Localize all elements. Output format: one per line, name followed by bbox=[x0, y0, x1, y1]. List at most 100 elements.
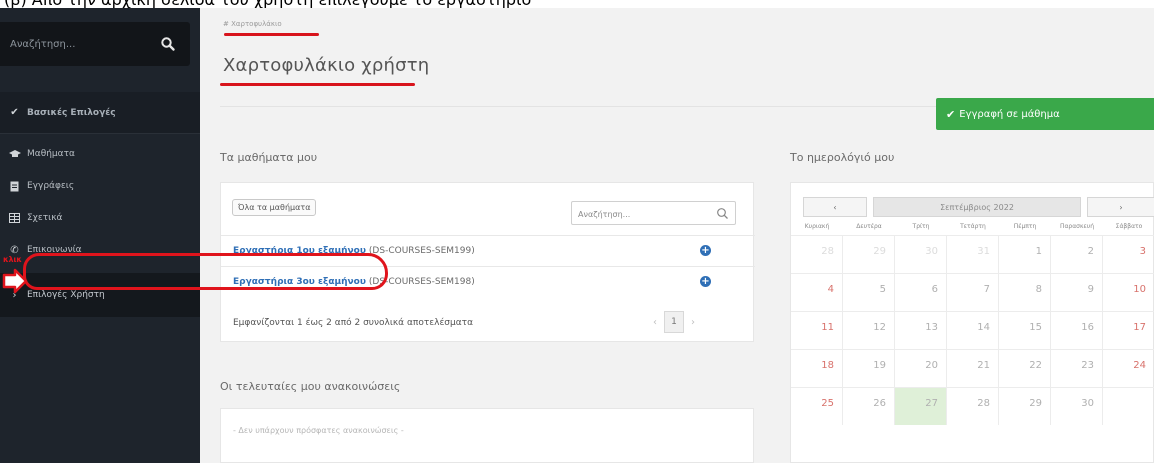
calendar-day bbox=[1103, 388, 1154, 425]
page-title: Χαρτοφυλάκιο χρήστη bbox=[223, 55, 430, 76]
calendar-day[interactable]: 17 bbox=[1103, 312, 1154, 349]
calendar-day[interactable]: 16 bbox=[1051, 312, 1103, 349]
search-icon[interactable] bbox=[160, 36, 176, 52]
top-caption-strip: (β) Από την αρχική σελίδα του χρήστη επι… bbox=[0, 0, 1154, 8]
calendar-next-button[interactable]: › bbox=[1087, 197, 1154, 217]
grid-icon bbox=[8, 212, 21, 224]
course-search-input[interactable] bbox=[578, 206, 708, 222]
pagination-prev[interactable]: ‹ bbox=[649, 311, 661, 333]
calendar-day[interactable]: 21 bbox=[947, 350, 999, 387]
calendar-week: 4 5 6 7 8 9 10 bbox=[791, 273, 1154, 311]
calendar-weekday: Πέμπτη bbox=[1013, 223, 1037, 230]
search-icon[interactable] bbox=[716, 207, 729, 220]
calendar-day[interactable]: 2 bbox=[1051, 236, 1103, 273]
course-code: (DS-COURSES-SEM199) bbox=[368, 245, 475, 256]
all-courses-button[interactable]: Όλα τα μαθήματα bbox=[232, 199, 317, 216]
calendar-day[interactable]: 15 bbox=[999, 312, 1051, 349]
sidebar-item-courses[interactable]: Μαθήματα bbox=[0, 139, 200, 169]
sidebar-item-label: Εγγράφεις bbox=[27, 181, 75, 191]
calendar-day[interactable]: 4 bbox=[791, 274, 843, 311]
calendar-day[interactable]: 7 bbox=[947, 274, 999, 311]
sidebar-item-label: Μαθήματα bbox=[27, 149, 75, 159]
sidebar: ✔ Βασικές Επιλογές Μαθήματα Εγγράφεις Σχ… bbox=[0, 8, 200, 463]
course-name-link[interactable]: Εργαστήρια 1ου εξαμήνου bbox=[233, 246, 366, 256]
calendar-day[interactable]: 29 bbox=[843, 236, 895, 273]
pagination: ‹ 1 › bbox=[649, 311, 699, 333]
calendar-day[interactable]: 28 bbox=[947, 388, 999, 425]
calendar-day[interactable]: 24 bbox=[1103, 350, 1154, 387]
calendar-week: 18 19 20 21 22 23 24 bbox=[791, 349, 1154, 387]
calendar-weekday: Σάββατο bbox=[1115, 223, 1143, 230]
enroll-course-label: Εγγραφή σε μάθημα bbox=[959, 108, 1060, 120]
calendar-week: 25 26 27 28 29 30 bbox=[791, 387, 1154, 425]
top-caption-text: (β) Από την αρχική σελίδα του χρήστη επι… bbox=[4, 0, 531, 8]
calendar-heading: Το ημερολόγιό μου bbox=[790, 151, 895, 164]
calendar-day[interactable]: 14 bbox=[947, 312, 999, 349]
calendar-prev-button[interactable]: ‹ bbox=[803, 197, 867, 217]
calendar-weekday: Παρασκευή bbox=[1059, 223, 1095, 230]
sidebar-item-label: Επιλογές Χρήστη bbox=[27, 290, 105, 300]
pagination-page[interactable]: 1 bbox=[664, 311, 684, 333]
announcements-panel: - Δεν υπάρχουν πρόσφατες ανακοινώσεις - bbox=[220, 408, 754, 463]
course-row[interactable]: Εργαστήρια 1ου εξαμήνου (DS-COURSES-SEM1… bbox=[221, 235, 755, 265]
calendar-day[interactable]: 10 bbox=[1103, 274, 1154, 311]
course-code: (DS-COURSES-SEM198) bbox=[368, 276, 475, 287]
calendar-day[interactable]: 31 bbox=[947, 236, 999, 273]
calendar-day[interactable]: 26 bbox=[843, 388, 895, 425]
course-name-link[interactable]: Εργαστήρια 3ου εξαμήνου bbox=[233, 277, 366, 287]
sidebar-item-user-options[interactable]: › Επιλογές Χρήστη bbox=[0, 273, 200, 317]
calendar-weekday-header: Κυριακή Δευτέρα Τρίτη Τετάρτη Πέμπτη Παρασκευ… bbox=[791, 219, 1154, 235]
sidebar-item-basic-options[interactable]: ✔ Βασικές Επιλογές bbox=[0, 92, 200, 134]
calendar-day[interactable]: 13 bbox=[895, 312, 947, 349]
document-icon bbox=[8, 180, 21, 192]
calendar-weekday: Τρίτη bbox=[912, 223, 930, 230]
calendar-day[interactable]: 29 bbox=[999, 388, 1051, 425]
sidebar-item-contact[interactable]: ✆ Επικοινωνία bbox=[0, 235, 200, 265]
pagination-next[interactable]: › bbox=[687, 311, 699, 333]
graduation-cap-icon bbox=[8, 148, 21, 160]
announcements-heading: Οι τελευταίες μου ανακοινώσεις bbox=[220, 380, 401, 393]
calendar-day[interactable]: 28 bbox=[791, 236, 843, 273]
calendar-day[interactable]: 1 bbox=[999, 236, 1051, 273]
calendar-day[interactable]: 20 bbox=[895, 350, 947, 387]
calendar-day[interactable]: 18 bbox=[791, 350, 843, 387]
calendar-day[interactable]: 6 bbox=[895, 274, 947, 311]
sidebar-search-input[interactable] bbox=[10, 33, 150, 55]
calendar-day[interactable]: 27 bbox=[895, 388, 947, 425]
calendar-weekday: Δευτέρα bbox=[856, 223, 882, 230]
calendar-day[interactable]: 30 bbox=[1051, 388, 1103, 425]
calendar-day[interactable]: 3 bbox=[1103, 236, 1154, 273]
calendar-grid: 28 29 30 31 1 2 3 4 5 6 7 8 9 10 11 12 13 14 15 16 17 18 19 20 2… bbox=[791, 235, 1154, 425]
calendar-month-label: Σεπτέμβριος 2022 bbox=[873, 197, 1081, 217]
calendar-day[interactable]: 25 bbox=[791, 388, 843, 425]
calendar-day[interactable]: 30 bbox=[895, 236, 947, 273]
sidebar-item-documents[interactable]: Εγγράφεις bbox=[0, 171, 200, 201]
calendar-day[interactable]: 5 bbox=[843, 274, 895, 311]
calendar-day[interactable]: 11 bbox=[791, 312, 843, 349]
sidebar-item-about[interactable]: Σχετικά bbox=[0, 203, 200, 233]
calendar-day[interactable]: 12 bbox=[843, 312, 895, 349]
breadcrumb-red-underline bbox=[224, 33, 319, 36]
course-row[interactable]: Εργαστήρια 3ου εξαμήνου (DS-COURSES-SEM1… bbox=[221, 266, 755, 296]
calendar-week: 11 12 13 14 15 16 17 bbox=[791, 311, 1154, 349]
main-content: # Χαρτοφυλάκιο Χαρτοφυλάκιο χρήστη ✔ Εγγ… bbox=[200, 8, 1154, 463]
calendar-day[interactable]: 8 bbox=[999, 274, 1051, 311]
expand-icon[interactable]: + bbox=[700, 276, 711, 287]
calendar-day[interactable]: 23 bbox=[1051, 350, 1103, 387]
courses-panel: Όλα τα μαθήματα Εργαστήρια 1ου εξαμήνου … bbox=[220, 182, 755, 342]
sidebar-search bbox=[0, 22, 190, 66]
calendar-widget: ‹ Σεπτέμβριος 2022 › Κυριακή Δευτέρα Τρίτη… bbox=[790, 182, 1154, 463]
sidebar-item-label: Βασικές Επιλογές bbox=[27, 107, 116, 118]
results-summary: Εμφανίζονται 1 έως 2 από 2 συνολικά αποτ… bbox=[233, 318, 474, 328]
calendar-day[interactable]: 22 bbox=[999, 350, 1051, 387]
enroll-course-button[interactable]: ✔ Εγγραφή σε μάθημα bbox=[936, 98, 1154, 130]
expand-icon[interactable]: + bbox=[700, 245, 711, 256]
calendar-day[interactable]: 9 bbox=[1051, 274, 1103, 311]
checkmark-icon: ✔ bbox=[946, 107, 956, 121]
calendar-day[interactable]: 19 bbox=[843, 350, 895, 387]
calendar-week: 28 29 30 31 1 2 3 bbox=[791, 235, 1154, 273]
sidebar-item-label: Σχετικά bbox=[27, 213, 63, 223]
sidebar-item-label: Επικοινωνία bbox=[27, 245, 82, 255]
breadcrumb[interactable]: # Χαρτοφυλάκιο bbox=[223, 20, 282, 28]
courses-heading: Τα μαθήματα μου bbox=[220, 151, 318, 164]
